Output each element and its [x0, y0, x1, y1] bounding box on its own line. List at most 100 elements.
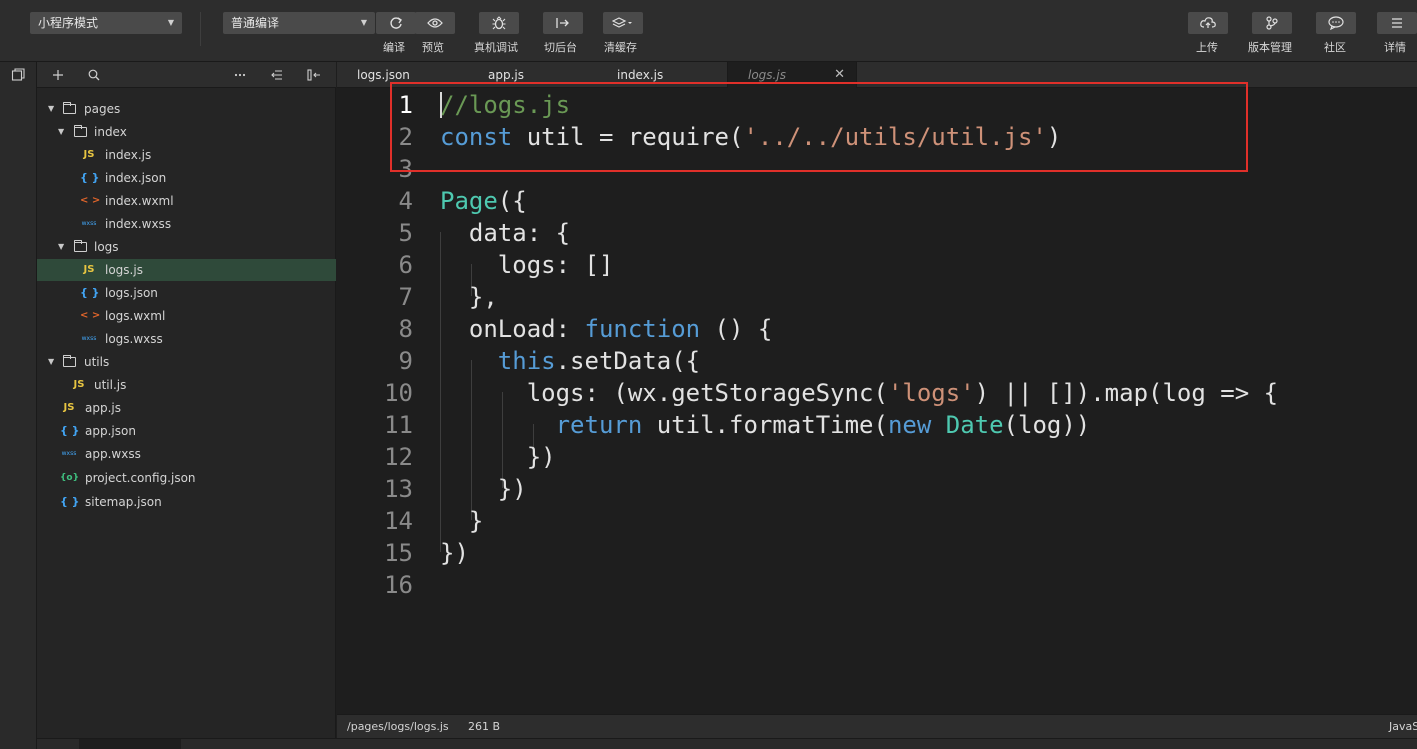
tab-label: index.js — [617, 68, 664, 82]
tree-file-index-wxss[interactable]: wxss index.wxss — [37, 213, 336, 235]
tree-file-app-js[interactable]: JS app.js — [37, 397, 336, 419]
status-file-path: /pages/logs/logs.js — [347, 720, 449, 733]
status-language[interactable]: JavaScript — [1389, 715, 1417, 739]
code-line: this.setData({ — [440, 345, 700, 377]
tree-item-label: index — [94, 125, 127, 139]
tree-item-label: logs.wxml — [105, 309, 166, 323]
line-number: 8 — [398, 315, 413, 343]
plus-icon — [53, 70, 63, 80]
code-line: logs: (wx.getStorageSync('logs') || []).… — [440, 377, 1278, 409]
line-number: 12 — [384, 443, 413, 471]
mode-select-value: 小程序模式 — [38, 16, 99, 30]
upload-label: 上传 — [1196, 41, 1218, 54]
switch-background-label: 切后台 — [544, 41, 577, 54]
tree-folder-pages[interactable]: ▼ pages — [37, 98, 336, 120]
device-debug-button[interactable] — [479, 12, 519, 34]
highlight-annotation-box — [390, 82, 1248, 172]
tree-file-index-json[interactable]: { } index.json — [37, 167, 336, 189]
compile-select-value: 普通编译 — [231, 16, 280, 30]
compile-button[interactable] — [376, 12, 416, 34]
refresh-icon — [390, 17, 402, 29]
tree-item-label: logs.json — [105, 286, 158, 300]
tree-folder-utils[interactable]: ▼ utils — [37, 351, 336, 373]
js-file-icon: JS — [63, 402, 75, 413]
tree-file-sitemap-json[interactable]: { } sitemap.json — [37, 491, 336, 513]
version-label: 版本管理 — [1248, 41, 1292, 54]
bottom-panel-active-tab[interactable] — [79, 739, 181, 749]
tree-file-project-config[interactable]: {o} project.config.json — [37, 467, 336, 489]
tree-file-logs-wxss[interactable]: wxss logs.wxss — [37, 328, 336, 350]
tree-item-label: sitemap.json — [85, 495, 162, 509]
layers-icon — [612, 17, 632, 28]
line-number: 16 — [384, 571, 413, 599]
more-options-button[interactable] — [233, 68, 247, 82]
panel-toggle-button[interactable] — [307, 68, 321, 82]
config-file-icon: {o} — [60, 473, 79, 483]
code-line: onLoad: function () { — [440, 313, 772, 345]
wxss-file-icon: wxss — [81, 335, 97, 342]
line-number: 5 — [398, 219, 413, 247]
tree-item-label: index.js — [105, 148, 152, 162]
code-type: Date — [945, 411, 1004, 439]
code-text: util.formatTime( — [642, 411, 888, 439]
tab-label: logs.js — [748, 68, 786, 82]
explorer-toggle-icon[interactable] — [11, 68, 25, 82]
add-file-button[interactable] — [51, 68, 65, 82]
search-files-button[interactable] — [87, 68, 101, 82]
json-file-icon: { } — [60, 495, 80, 508]
mode-select[interactable]: 小程序模式 ▼ — [30, 12, 182, 34]
tree-item-label: app.js — [85, 401, 121, 415]
tab-label: app.js — [488, 68, 524, 82]
preview-button[interactable] — [415, 12, 455, 34]
chevron-down-icon: ▼ — [48, 104, 55, 113]
tree-file-app-json[interactable]: { } app.json — [37, 420, 336, 442]
tree-item-label: index.wxss — [105, 217, 172, 231]
tree-folder-logs[interactable]: ▼ logs — [37, 236, 336, 258]
tree-file-app-wxss[interactable]: wxss app.wxss — [37, 443, 336, 465]
chevron-down-icon: ▼ — [167, 18, 174, 27]
details-button[interactable] — [1377, 12, 1417, 34]
line-number: 13 — [384, 475, 413, 503]
switch-icon — [556, 18, 569, 28]
tree-file-index-wxml[interactable]: < > index.wxml — [37, 190, 336, 212]
chevron-down-icon: ▼ — [48, 357, 55, 366]
collapse-all-button[interactable] — [270, 68, 284, 82]
tree-file-index-js[interactable]: JS index.js — [37, 144, 336, 166]
compile-select[interactable]: 普通编译 ▼ — [223, 12, 375, 34]
toolbar-divider — [200, 12, 201, 46]
community-button[interactable] — [1316, 12, 1356, 34]
folder-icon — [63, 102, 76, 114]
code-line: }) — [440, 475, 527, 503]
switch-background-button[interactable] — [543, 12, 583, 34]
wxml-file-icon: < > — [80, 310, 101, 321]
version-button[interactable] — [1252, 12, 1292, 34]
line-number: 4 — [398, 187, 413, 215]
js-file-icon: JS — [83, 149, 95, 160]
line-number: 9 — [398, 347, 413, 375]
code-editor[interactable]: 1 2 3 4 5 6 7 8 9 10 11 12 13 14 15 16 /… — [337, 88, 1417, 714]
tree-file-logs-wxml[interactable]: < > logs.wxml — [37, 305, 336, 327]
tree-folder-index[interactable]: ▼ index — [37, 121, 336, 143]
clear-cache-button[interactable] — [603, 12, 643, 34]
bottom-panel-tabs — [37, 738, 1417, 749]
tree-file-logs-json[interactable]: { } logs.json — [37, 282, 336, 304]
cloud-upload-icon — [1200, 17, 1216, 28]
status-file-size: 261 B — [468, 720, 501, 733]
tree-file-util-js[interactable]: JS util.js — [37, 374, 336, 396]
tree-item-label: logs.js — [105, 263, 143, 277]
json-file-icon: { } — [60, 424, 80, 437]
tree-item-label: logs.wxss — [105, 332, 163, 346]
tree-item-label: index.json — [105, 171, 167, 185]
community-label: 社区 — [1324, 41, 1346, 54]
sidebar-collapse-icon — [307, 69, 320, 81]
line-number: 6 — [398, 251, 413, 279]
code-type: Page — [440, 187, 498, 215]
tree-item-label: app.json — [85, 424, 136, 438]
upload-button[interactable] — [1188, 12, 1228, 34]
tree-item-label: app.wxss — [85, 447, 141, 461]
code-keyword: new — [887, 411, 932, 439]
preview-label: 预览 — [422, 41, 444, 54]
code-text: ({ — [497, 187, 527, 215]
tree-file-logs-js[interactable]: JS logs.js — [37, 259, 336, 281]
